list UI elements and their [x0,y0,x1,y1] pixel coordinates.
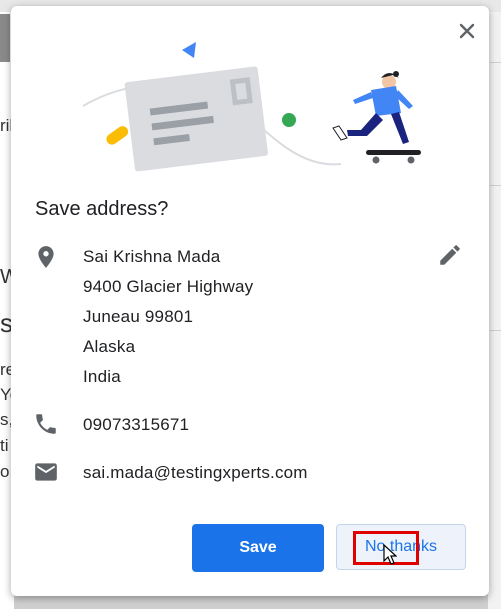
envelope-icon [35,463,57,481]
background-strip [0,14,10,62]
address-name: Sai Krishna Mada [83,247,221,266]
edit-address-button[interactable] [437,242,463,268]
skateboarder-graphic [332,71,421,164]
email-address: sai.mada@testingxperts.com [83,463,308,482]
save-address-dialog: Save address? Sai Krishna Mada 9400 Glac… [11,6,489,596]
address-state: Alaska [83,337,136,356]
dialog-title: Save address? [35,198,169,220]
background-divider [490,185,501,186]
address-city-zip: Juneau 99801 [83,307,194,326]
triangle-shape [182,42,196,58]
phone-icon [36,414,56,434]
background-page-right [488,12,501,609]
no-thanks-button[interactable]: No thanks [336,524,466,570]
background-divider [490,330,501,331]
address-illustration [82,42,421,172]
envelope-graphic [124,66,268,172]
address-country: India [83,367,121,386]
close-button[interactable] [454,18,480,44]
pencil-icon [440,245,460,265]
save-button[interactable]: Save [192,524,324,572]
background-divider [490,62,501,63]
location-pin-icon [38,246,54,268]
address-street: 9400 Glacier Highway [83,277,254,296]
close-icon [459,23,475,39]
phone-number: 09073315671 [83,415,190,434]
